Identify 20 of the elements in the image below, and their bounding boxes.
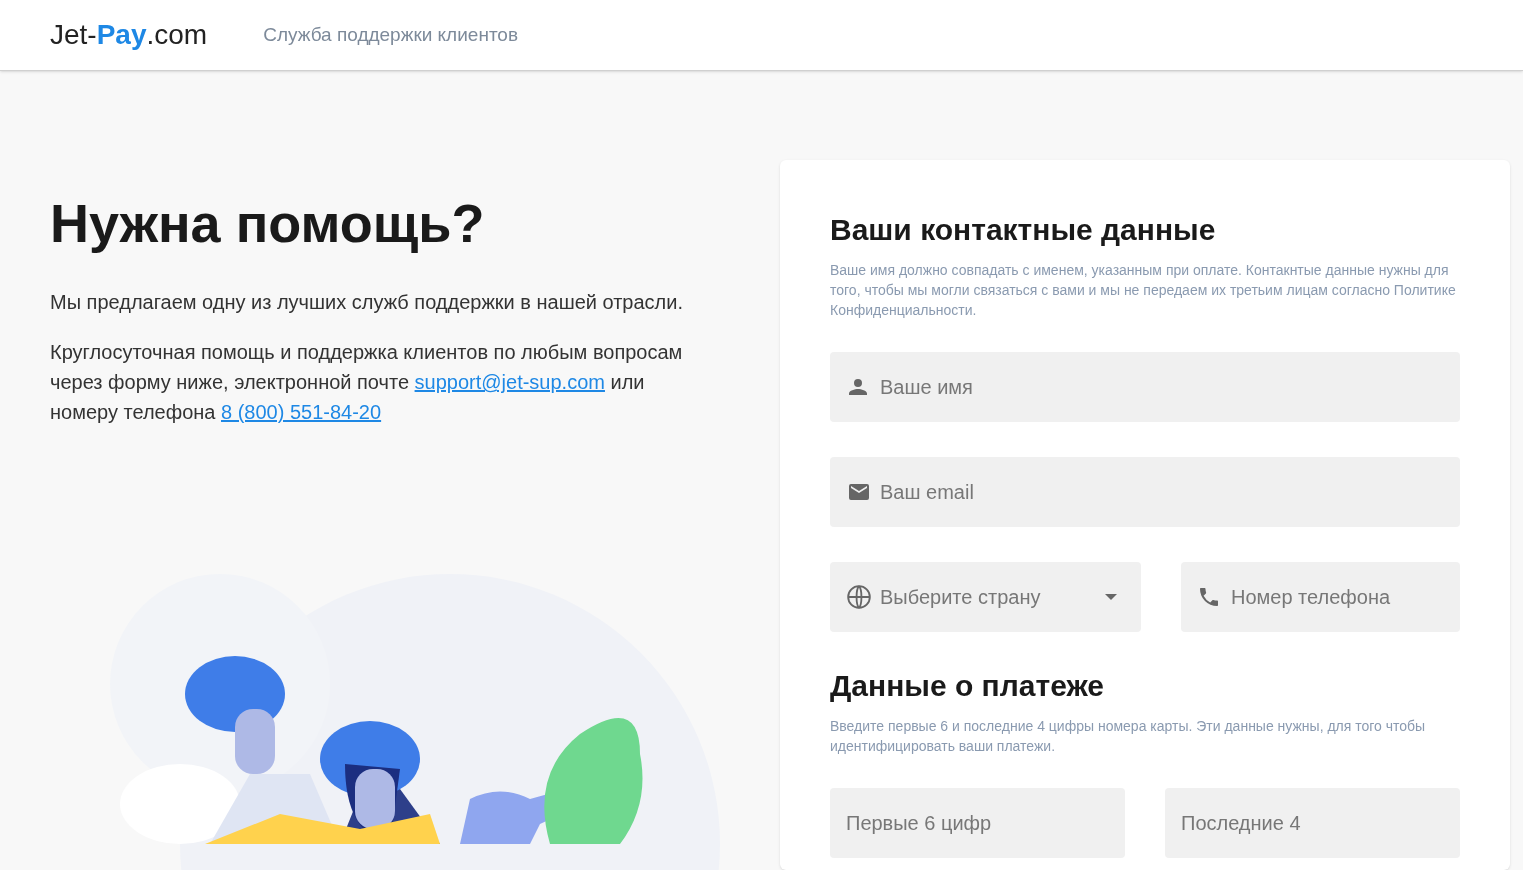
intro-paragraph: Круглосуточная помощь и поддержка клиентов по любым вопросам через форму ниже, электронной почте support@jet-sup.com или номеру телефона 8 (800) 551-84-20 — [50, 340, 684, 426]
input-field[interactable]: Последние 4 — [1165, 788, 1460, 858]
section-heading: Ваши контактные данные — [830, 212, 1217, 248]
input-field[interactable]: Первые 6 цифр — [830, 788, 1125, 858]
logo[interactable]: Jet-Pay.com — [50, 14, 208, 56]
page-heading: Нужна помощь? — [50, 194, 486, 254]
input-field[interactable]: Ваш email — [830, 457, 1460, 527]
section-note: Ваше имя должно совпадать с именем, указанным при оплате. Контакнтые данные нужны для того, чтобы мы могли связаться с вами и мы не передаем их третьим лицам согласно Политике Конфиденциальности. — [830, 261, 1457, 320]
input-field[interactable]: Ваше имя — [830, 352, 1460, 422]
contact-link[interactable]: support@jet-sup.com — [414, 371, 605, 394]
globe-icon — [846, 584, 872, 610]
phone-icon — [1197, 585, 1221, 609]
caret-icon — [1105, 594, 1117, 600]
country-select[interactable]: Выберите страну — [830, 562, 1141, 632]
nav-link[interactable]: Служба поддержки клиентов — [263, 20, 519, 50]
section-heading: Данные о платеже — [830, 668, 1105, 704]
intro-paragraph: Мы предлагаем одну из лучших служб поддержки в нашей отрасли. — [50, 290, 685, 316]
contact-link[interactable]: 8 (800) 551-84-20 — [221, 401, 382, 424]
input-field[interactable]: Номер телефона — [1181, 562, 1460, 632]
section-note: Введите первые 6 и последние 4 цифры номера карты. Эти данные нужны, для того чтобы идентифицировать ваши платежи. — [830, 717, 1427, 756]
